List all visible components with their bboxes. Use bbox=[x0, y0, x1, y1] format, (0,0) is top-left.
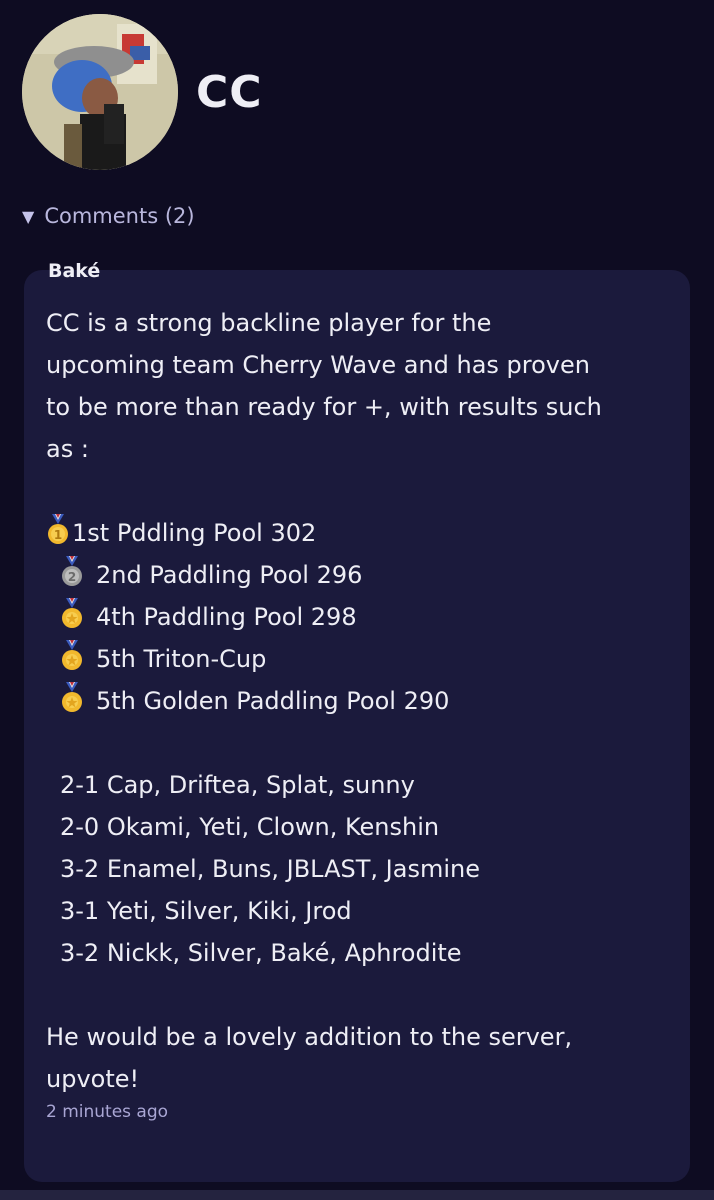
gold-medal-icon: 1 bbox=[48, 514, 68, 544]
svg-text:1: 1 bbox=[54, 528, 62, 542]
placement-item: 2 2nd Paddling Pool 296 bbox=[46, 554, 668, 596]
avatar[interactable] bbox=[22, 14, 178, 170]
placement-item: 5th Triton-Cup bbox=[46, 638, 668, 680]
bottom-divider bbox=[0, 1190, 714, 1200]
sports-medal-icon bbox=[62, 682, 82, 712]
comment-author[interactable]: Baké bbox=[48, 260, 100, 282]
sports-medal-icon bbox=[62, 598, 82, 628]
triangle-down-icon: ▼ bbox=[22, 206, 35, 226]
comment-timestamp: 2 minutes ago bbox=[46, 1102, 169, 1122]
comment-line: to be more than ready for +, with result… bbox=[46, 393, 602, 421]
silver-medal-icon: 2 bbox=[62, 556, 82, 586]
placement-text: 5th Golden Paddling Pool 290 bbox=[96, 687, 450, 715]
comment-line: CC is a strong backline player for the bbox=[46, 309, 492, 337]
comment-line: He would be a lovely addition to the ser… bbox=[46, 1023, 573, 1051]
username: CC bbox=[196, 66, 263, 118]
comment-body: CC is a strong backline player for the u… bbox=[46, 302, 668, 1100]
win-record: 3-2 Enamel, Buns, JBLAST, Jasmine bbox=[60, 855, 480, 883]
placement-item: 5th Golden Paddling Pool 290 bbox=[46, 680, 668, 722]
comments-toggle[interactable]: ▼ Comments (2) bbox=[22, 204, 195, 228]
placement-text: 2nd Paddling Pool 296 bbox=[96, 561, 363, 589]
placement-item: 4th Paddling Pool 298 bbox=[46, 596, 668, 638]
placement-text: 4th Paddling Pool 298 bbox=[96, 603, 357, 631]
svg-text:2: 2 bbox=[68, 570, 76, 584]
page: CC ▼ Comments (2) CC is a strong backlin… bbox=[0, 0, 714, 1200]
comment-line: as : bbox=[46, 435, 89, 463]
win-record: 2-1 Cap, Driftea, Splat, sunny bbox=[60, 771, 415, 799]
win-record: 3-2 Nickk, Silver, Baké, Aphrodite bbox=[60, 939, 462, 967]
profile-header: CC bbox=[22, 14, 263, 170]
sports-medal-icon bbox=[62, 640, 82, 670]
win-record: 2-0 Okami, Yeti, Clown, Kenshin bbox=[60, 813, 440, 841]
comment-line: upcoming team Cherry Wave and has proven bbox=[46, 351, 590, 379]
comments-toggle-label: Comments (2) bbox=[44, 204, 195, 228]
placement-text: 1st Pddling Pool 302 bbox=[72, 519, 317, 547]
comment-line: upvote! bbox=[46, 1065, 140, 1093]
placement-item: 1 1st Pddling Pool 302 bbox=[46, 512, 668, 554]
comment-card: CC is a strong backline player for the u… bbox=[24, 270, 690, 1182]
placement-text: 5th Triton-Cup bbox=[96, 645, 267, 673]
win-record: 3-1 Yeti, Silver, Kiki, Jrod bbox=[60, 897, 352, 925]
